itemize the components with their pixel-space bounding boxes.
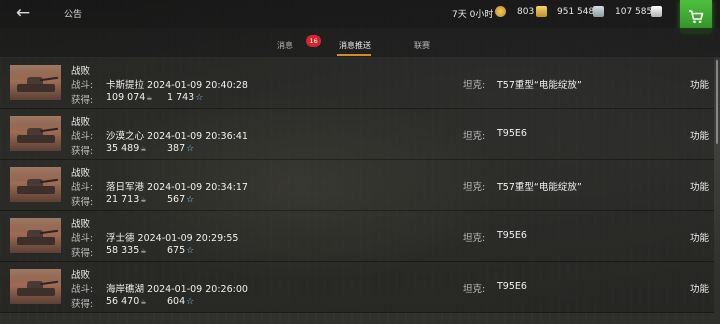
battle-result: 战败 [71, 117, 91, 128]
cart-icon [689, 10, 704, 24]
tank-thumbnail [10, 167, 61, 202]
battle-result: 战败 [71, 168, 91, 179]
function-button[interactable]: 功能 [690, 128, 709, 142]
battle-result: 战败 [71, 66, 91, 77]
tab-push-messages[interactable]: 消息推送 [339, 40, 371, 51]
earned-label: 获得: [71, 146, 94, 157]
tab-messages[interactable]: 消息 [277, 40, 293, 51]
credits-icon: ☕ [140, 247, 147, 255]
tank-label: 坦克: [463, 131, 486, 142]
tank-name: T95E6 [497, 230, 527, 241]
tank-name: T95E6 [497, 281, 527, 292]
tank-name: T57重型“电能绽放” [497, 80, 582, 91]
xp-star-icon: ☆ [186, 144, 195, 154]
credits-icon: ☕ [140, 298, 147, 306]
battle-label: 战斗: [71, 233, 94, 244]
credits-icon: ☕ [146, 94, 153, 102]
tank-thumbnail [10, 218, 61, 253]
list-item[interactable]: 战败 战斗: 浮士德 2024-01-09 20:29:55 获得: 58 33… [0, 211, 714, 262]
back-arrow-icon[interactable]: ← [12, 3, 34, 23]
battle-label: 战斗: [71, 182, 94, 193]
battle-results-list: 战败 战斗: 卡斯提拉 2024-01-09 20:40:28 获得: 109 … [0, 58, 714, 313]
battle-map-time: 沙漠之心 2024-01-09 20:36:41 [106, 131, 248, 142]
free-xp-plus-icon[interactable] [651, 6, 662, 17]
function-button[interactable]: 功能 [690, 281, 709, 295]
xp-star-icon: ☆ [186, 246, 195, 256]
earned-credits: 109 074☕ [106, 92, 153, 103]
earned-label: 获得: [71, 95, 94, 106]
list-item[interactable]: 战败 战斗: 落日军港 2024-01-09 20:34:17 获得: 21 7… [0, 160, 714, 211]
tank-thumbnail [10, 116, 61, 151]
active-tab-indicator [337, 54, 371, 56]
premium-time: 7天 0小时 [452, 10, 494, 20]
battle-map-time: 海岸礁湖 2024-01-09 20:26:00 [106, 284, 248, 295]
premium-icon [495, 6, 506, 17]
messages-unread-badge: 16 [306, 35, 321, 47]
earned-xp: 675☆ [167, 245, 195, 256]
battle-result: 战败 [71, 219, 91, 230]
xp-star-icon: ☆ [195, 93, 204, 103]
earned-label: 获得: [71, 299, 94, 310]
list-item[interactable]: 战败 战斗: 卡斯提拉 2024-01-09 20:40:28 获得: 109 … [0, 58, 714, 109]
battle-result: 战败 [71, 270, 91, 281]
earned-credits: 58 335☕ [106, 245, 147, 256]
earned-xp: 604☆ [167, 296, 195, 307]
battle-map-time: 卡斯提拉 2024-01-09 20:40:28 [106, 80, 248, 91]
credits-plus-icon[interactable] [593, 6, 604, 17]
tank-name: T95E6 [497, 128, 527, 139]
function-button[interactable]: 功能 [690, 230, 709, 244]
list-item[interactable]: 战败 战斗: 沙漠之心 2024-01-09 20:36:41 获得: 35 4… [0, 109, 714, 160]
earned-label: 获得: [71, 248, 94, 259]
tab-league[interactable]: 联赛 [414, 40, 430, 51]
top-bar: ← 公告 7天 0小时 803 951 548 107 585 [0, 0, 720, 34]
earned-xp: 1 743☆ [167, 92, 204, 103]
page-title: 公告 [64, 10, 83, 20]
tank-label: 坦克: [463, 233, 486, 244]
tank-name: T57重型“电能绽放” [497, 182, 582, 193]
battle-label: 战斗: [71, 284, 94, 295]
battle-label: 战斗: [71, 80, 94, 91]
scrollbar[interactable] [716, 60, 718, 144]
function-button[interactable]: 功能 [690, 77, 709, 91]
tank-label: 坦克: [463, 80, 486, 91]
list-item[interactable]: 战败 战斗: 海岸礁湖 2024-01-09 20:26:00 获得: 56 4… [0, 262, 714, 313]
free-xp-count: 107 585 [615, 7, 653, 17]
xp-star-icon: ☆ [186, 195, 195, 205]
tank-label: 坦克: [463, 182, 486, 193]
tank-thumbnail [10, 65, 61, 100]
credits-count: 951 548 [557, 7, 595, 17]
earned-xp: 567☆ [167, 194, 195, 205]
credits-icon: ☕ [140, 196, 147, 204]
earned-xp: 387☆ [167, 143, 195, 154]
battle-map-time: 浮士德 2024-01-09 20:29:55 [106, 233, 239, 244]
function-button[interactable]: 功能 [690, 179, 709, 193]
battle-label: 战斗: [71, 131, 94, 142]
earned-credits: 21 713☕ [106, 194, 147, 205]
battle-map-time: 落日军港 2024-01-09 20:34:17 [106, 182, 248, 193]
tank-label: 坦克: [463, 284, 486, 295]
earned-credits: 35 489☕ [106, 143, 147, 154]
credits-icon: ☕ [140, 145, 147, 153]
earned-credits: 56 470☕ [106, 296, 147, 307]
gold-count: 803 [517, 7, 535, 17]
gold-plus-icon[interactable] [536, 6, 547, 17]
earned-label: 获得: [71, 197, 94, 208]
xp-star-icon: ☆ [186, 297, 195, 307]
tank-thumbnail [10, 269, 61, 304]
